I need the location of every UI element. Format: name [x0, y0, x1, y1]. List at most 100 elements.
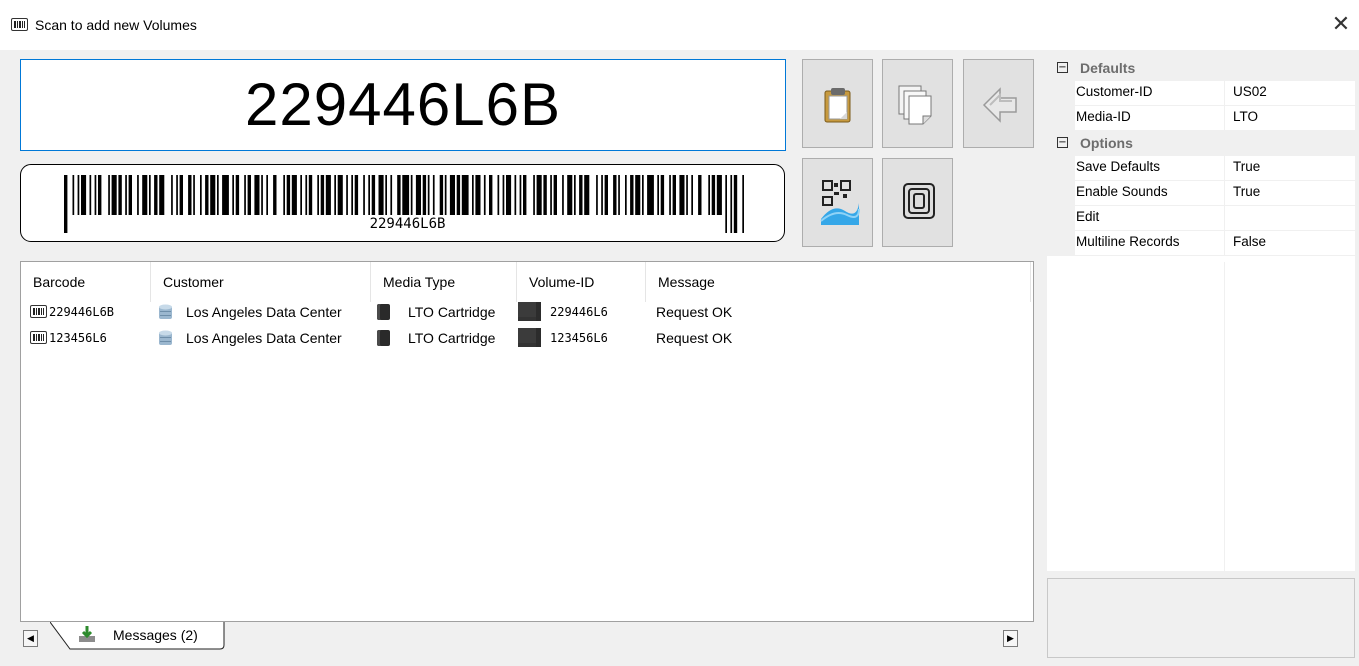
- tab-scroll-left-button[interactable]: ◀: [23, 630, 38, 647]
- paste-clipboard-button[interactable]: [802, 59, 873, 148]
- barcode-preview: 229446L6B: [20, 164, 785, 242]
- barcode-bar: [672, 175, 676, 215]
- property-grid[interactable]: − Defaults Customer-ID US02 Media-ID LTO…: [1047, 56, 1355, 571]
- barcode-bar: [188, 175, 192, 215]
- barcode-bar: [128, 175, 132, 215]
- barcode-bar: [519, 175, 522, 215]
- property-value[interactable]: True: [1225, 156, 1355, 181]
- property-edit[interactable]: Edit: [1047, 206, 1355, 231]
- window-title: Scan to add new Volumes: [35, 17, 197, 33]
- barcode-bar: [708, 175, 710, 215]
- property-name: Customer-ID: [1075, 81, 1225, 106]
- volume-list[interactable]: Barcode Customer Media Type Volume-ID Me…: [20, 261, 1034, 622]
- property-value[interactable]: US02: [1225, 81, 1355, 106]
- property-customer-id[interactable]: Customer-ID US02: [1047, 81, 1355, 106]
- category-options[interactable]: − Options: [1047, 131, 1355, 156]
- barcode-caption: 229446L6B: [369, 216, 446, 232]
- list-row[interactable]: 123456L6 Los Angeles Data Center LTO Car…: [21, 328, 1031, 348]
- volume-icon: [518, 328, 541, 347]
- barcode-bar: [81, 175, 87, 215]
- barcode-bar: [205, 175, 209, 215]
- barcode-bar: [579, 175, 583, 215]
- property-media-id[interactable]: Media-ID LTO: [1047, 106, 1355, 131]
- database-icon: [159, 304, 172, 319]
- tab-bar: ◀ Messages (2) ▶: [20, 622, 1034, 658]
- barcode-bar: [222, 175, 229, 215]
- category-defaults[interactable]: − Defaults: [1047, 56, 1355, 81]
- barcode-bar: [523, 175, 527, 215]
- barcode-bar: [427, 175, 430, 215]
- barcode-bar: [320, 175, 325, 215]
- barcode-bar: [254, 175, 260, 215]
- collapse-toggle[interactable]: −: [1057, 137, 1068, 148]
- property-multiline-records[interactable]: Multiline Records False: [1047, 231, 1355, 256]
- qr-code-button[interactable]: [802, 158, 873, 247]
- title-bar: [0, 0, 1359, 50]
- barcode-input[interactable]: 229446L6B: [20, 59, 786, 151]
- column-header-barcode[interactable]: Barcode: [21, 262, 151, 302]
- barcode-bar: [415, 175, 421, 215]
- copy-button[interactable]: [882, 59, 953, 148]
- tab-scroll-right-button[interactable]: ▶: [1003, 630, 1018, 647]
- barcode-bar: [601, 175, 603, 215]
- barcode-bar: [351, 175, 353, 215]
- property-value[interactable]: True: [1225, 181, 1355, 206]
- barcode-bar: [378, 175, 384, 215]
- barcode-bar: [111, 175, 117, 215]
- barcode-bar: [506, 175, 512, 215]
- barcode-bar: [625, 175, 627, 215]
- row-margin: [1047, 231, 1075, 256]
- barcode-bar: [273, 175, 277, 215]
- list-row[interactable]: 229446L6B Los Angeles Data Center LTO Ca…: [21, 302, 1031, 322]
- row-media-type: LTO Cartridge: [408, 330, 496, 346]
- rfid-button[interactable]: [882, 158, 953, 247]
- barcode-bar: [77, 175, 80, 215]
- row-message: Request OK: [656, 330, 733, 346]
- barcode-bar: [98, 175, 102, 215]
- property-name: Save Defaults: [1075, 156, 1225, 181]
- barcode-bar: [422, 175, 427, 215]
- property-value[interactable]: LTO: [1225, 106, 1355, 131]
- barcode-bar: [261, 175, 263, 215]
- qr-code-icon: [820, 180, 860, 225]
- barcode-bar: [159, 175, 165, 215]
- barcode-bar: [346, 175, 348, 215]
- property-save-defaults[interactable]: Save Defaults True: [1047, 156, 1355, 181]
- barcode-bar: [137, 175, 139, 215]
- barcode-bar: [300, 175, 302, 215]
- barcode-bar: [317, 175, 319, 215]
- barcode-bar: [584, 175, 590, 215]
- barcode-bar: [247, 175, 251, 215]
- property-value[interactable]: [1225, 206, 1355, 231]
- barcode-bar: [94, 175, 97, 215]
- barcode-bar: [483, 175, 486, 215]
- column-header-volume-id[interactable]: Volume-ID: [517, 262, 646, 302]
- property-value[interactable]: False: [1225, 231, 1355, 256]
- column-header-media-type[interactable]: Media Type: [371, 262, 517, 302]
- barcode-bar: [553, 175, 557, 215]
- property-enable-sounds[interactable]: Enable Sounds True: [1047, 181, 1355, 206]
- barcode-bar: [567, 175, 573, 215]
- barcode-bar: [371, 175, 376, 215]
- barcode-bar: [635, 175, 641, 215]
- barcode-bar: [72, 175, 75, 215]
- row-margin: [1047, 156, 1075, 181]
- collapse-toggle[interactable]: −: [1057, 62, 1068, 73]
- barcode-bar: [456, 175, 461, 215]
- column-header-customer[interactable]: Customer: [151, 262, 371, 302]
- barcode-bar: [291, 175, 297, 215]
- tab-messages-label[interactable]: Messages (2): [113, 627, 198, 643]
- row-customer: Los Angeles Data Center: [186, 304, 342, 320]
- list-header: Barcode Customer Media Type Volume-ID Me…: [21, 262, 1031, 302]
- back-button[interactable]: [963, 59, 1034, 148]
- barcode-bar: [179, 175, 183, 215]
- close-icon[interactable]: ✕: [1330, 13, 1352, 35]
- barcode-bar: [439, 175, 444, 215]
- barcode-bar: [574, 175, 576, 215]
- column-header-message[interactable]: Message: [646, 262, 1031, 302]
- barcode-bar: [171, 175, 173, 215]
- property-description-panel: [1047, 578, 1355, 658]
- barcode-bar: [613, 175, 617, 215]
- inbox-download-icon: [79, 626, 95, 642]
- row-margin: [1047, 81, 1075, 106]
